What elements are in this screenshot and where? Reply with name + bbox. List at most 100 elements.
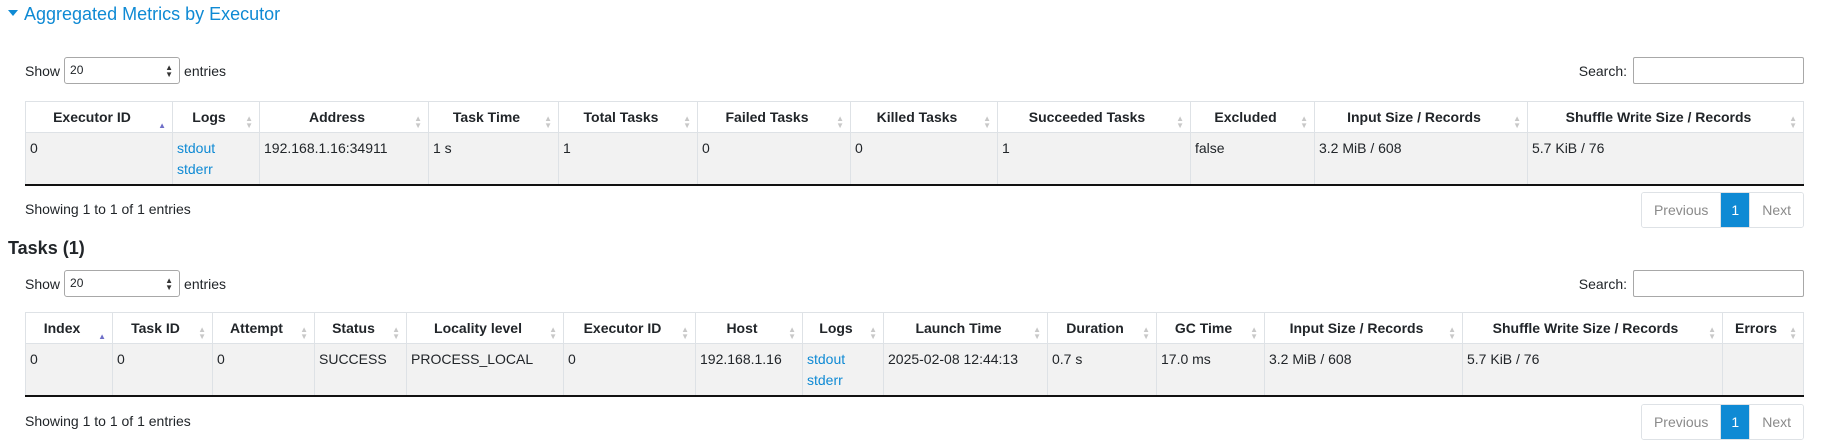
cell-attempt: 0 bbox=[212, 343, 315, 397]
col-input-size[interactable]: Input Size / Records ▲ ▼ bbox=[1264, 312, 1463, 344]
page-1-button[interactable]: 1 bbox=[1721, 405, 1750, 439]
col-task-id[interactable]: Task ID ▲ ▼ bbox=[112, 312, 213, 344]
col-shuffle-write-label: Shuffle Write Size / Records bbox=[1492, 320, 1679, 336]
col-executor-id[interactable]: Executor ID ▲ bbox=[25, 101, 173, 133]
executors-length-control: Show 20 ▲ ▼ entries bbox=[25, 57, 226, 84]
cell-host: 192.168.1.16 bbox=[695, 343, 803, 397]
sort-both-icon: ▲ ▼ bbox=[1033, 325, 1041, 341]
col-errors[interactable]: Errors ▲ ▼ bbox=[1722, 312, 1804, 344]
sort-both-icon: ▲ ▼ bbox=[1142, 325, 1150, 341]
col-logs[interactable]: Logs ▲ ▼ bbox=[802, 312, 884, 344]
col-duration[interactable]: Duration ▲ ▼ bbox=[1047, 312, 1157, 344]
stdout-link[interactable]: stdout bbox=[807, 349, 879, 370]
page-size-value: 20 bbox=[70, 276, 84, 290]
col-succeeded-tasks-label: Succeeded Tasks bbox=[1028, 109, 1146, 125]
tasks-pagination: Previous 1 Next bbox=[1640, 404, 1804, 440]
col-task-time[interactable]: Task Time ▲ ▼ bbox=[428, 101, 559, 133]
next-button[interactable]: Next bbox=[1749, 405, 1803, 439]
stderr-link[interactable]: stderr bbox=[807, 370, 879, 391]
col-attempt[interactable]: Attempt ▲ ▼ bbox=[212, 312, 315, 344]
sort-asc-icon: ▲ bbox=[158, 121, 166, 130]
cell-shuffle-write: 5.7 KiB / 76 bbox=[1462, 343, 1723, 397]
page-1-button[interactable]: 1 bbox=[1721, 193, 1750, 227]
col-excluded[interactable]: Excluded ▲ ▼ bbox=[1190, 101, 1315, 133]
sort-both-icon: ▲ ▼ bbox=[1176, 114, 1184, 130]
sort-both-icon: ▲ ▼ bbox=[245, 114, 253, 130]
tasks-search-control: Search: bbox=[1579, 270, 1804, 297]
sort-both-icon: ▲ ▼ bbox=[1300, 114, 1308, 130]
select-arrows-icon: ▲ ▼ bbox=[165, 276, 174, 292]
col-input-size[interactable]: Input Size / Records ▲ ▼ bbox=[1314, 101, 1528, 133]
stdout-link[interactable]: stdout bbox=[177, 138, 255, 159]
sort-both-icon: ▲ ▼ bbox=[1708, 325, 1716, 341]
tasks-title: Tasks (1) bbox=[8, 238, 85, 258]
sort-both-icon: ▲ ▼ bbox=[683, 114, 691, 130]
col-status-label: Status bbox=[332, 320, 375, 336]
cell-task-id: 0 bbox=[112, 343, 213, 397]
col-gc-time[interactable]: GC Time ▲ ▼ bbox=[1156, 312, 1265, 344]
search-label: Search: bbox=[1578, 275, 1627, 292]
sort-both-icon: ▲ ▼ bbox=[198, 325, 206, 341]
executors-search-input[interactable] bbox=[1633, 57, 1804, 84]
executor-metrics-title: Aggregated Metrics by Executor bbox=[24, 4, 281, 24]
col-shuffle-write[interactable]: Shuffle Write Size / Records ▲ ▼ bbox=[1462, 312, 1723, 344]
cell-succeeded-tasks: 1 bbox=[997, 132, 1191, 186]
sort-both-icon: ▲ ▼ bbox=[869, 325, 877, 341]
cell-status: SUCCESS bbox=[314, 343, 407, 397]
col-failed-tasks-label: Failed Tasks bbox=[725, 109, 809, 125]
col-host-label: Host bbox=[726, 320, 758, 336]
col-executor-id-label: Executor ID bbox=[53, 109, 131, 125]
col-excluded-label: Excluded bbox=[1214, 109, 1277, 125]
col-locality[interactable]: Locality level ▲ ▼ bbox=[406, 312, 564, 344]
sort-both-icon: ▲ ▼ bbox=[1789, 325, 1797, 341]
executors-table: Executor ID ▲ Logs ▲ ▼ Address ▲ ▼ Task Time ▲… bbox=[25, 101, 1804, 186]
tasks-page-size-select[interactable]: 20 ▲ ▼ bbox=[64, 270, 181, 297]
col-logs-label: Logs bbox=[819, 320, 853, 336]
previous-button[interactable]: Previous bbox=[1641, 405, 1722, 439]
executors-page-size-select[interactable]: 20 ▲ ▼ bbox=[64, 57, 181, 84]
sort-both-icon: ▲ ▼ bbox=[836, 114, 844, 130]
sort-both-icon: ▲ ▼ bbox=[1448, 325, 1456, 341]
sort-both-icon: ▲ ▼ bbox=[414, 114, 422, 130]
col-killed-tasks[interactable]: Killed Tasks ▲ ▼ bbox=[850, 101, 998, 133]
col-host[interactable]: Host ▲ ▼ bbox=[695, 312, 803, 344]
cell-duration: 0.7 s bbox=[1047, 343, 1157, 397]
col-launch-time[interactable]: Launch Time ▲ ▼ bbox=[883, 312, 1048, 344]
col-failed-tasks[interactable]: Failed Tasks ▲ ▼ bbox=[697, 101, 851, 133]
col-attempt-label: Attempt bbox=[230, 320, 283, 336]
sort-asc-icon: ▲ bbox=[98, 332, 106, 341]
cell-shuffle-write: 5.7 KiB / 76 bbox=[1527, 132, 1804, 186]
col-succeeded-tasks[interactable]: Succeeded Tasks ▲ ▼ bbox=[997, 101, 1191, 133]
col-shuffle-write[interactable]: Shuffle Write Size / Records ▲ ▼ bbox=[1527, 101, 1804, 133]
col-errors-label: Errors bbox=[1734, 320, 1778, 336]
col-status[interactable]: Status ▲ ▼ bbox=[314, 312, 407, 344]
col-logs[interactable]: Logs ▲ ▼ bbox=[172, 101, 260, 133]
sort-both-icon: ▲ ▼ bbox=[392, 325, 400, 341]
tasks-search-input[interactable] bbox=[1633, 270, 1804, 297]
cell-input-size: 3.2 MiB / 608 bbox=[1264, 343, 1463, 397]
col-gc-time-label: GC Time bbox=[1174, 320, 1233, 336]
cell-logs: stdout stderr bbox=[802, 343, 884, 397]
col-total-tasks[interactable]: Total Tasks ▲ ▼ bbox=[558, 101, 698, 133]
cell-total-tasks: 1 bbox=[558, 132, 698, 186]
cell-excluded: false bbox=[1190, 132, 1315, 186]
tasks-table-info: Showing 1 to 1 of 1 entries bbox=[25, 413, 191, 429]
col-address[interactable]: Address ▲ ▼ bbox=[259, 101, 429, 133]
previous-button[interactable]: Previous bbox=[1641, 193, 1722, 227]
next-button[interactable]: Next bbox=[1749, 193, 1803, 227]
col-locality-label: Locality level bbox=[434, 320, 522, 336]
cell-killed-tasks: 0 bbox=[850, 132, 998, 186]
col-executor-id[interactable]: Executor ID ▲ ▼ bbox=[563, 312, 696, 344]
executors-header-row: Executor ID ▲ Logs ▲ ▼ Address ▲ ▼ Task Time ▲… bbox=[25, 101, 1804, 133]
executor-metrics-toggle[interactable]: Aggregated Metrics by Executor bbox=[8, 4, 280, 25]
entries-label: entries bbox=[184, 275, 227, 292]
col-shuffle-write-label: Shuffle Write Size / Records bbox=[1565, 109, 1752, 125]
sort-both-icon: ▲ ▼ bbox=[544, 114, 552, 130]
cell-address: 192.168.1.16:34911 bbox=[259, 132, 429, 186]
col-total-tasks-label: Total Tasks bbox=[583, 109, 659, 125]
stderr-link[interactable]: stderr bbox=[177, 159, 255, 180]
col-address-label: Address bbox=[308, 109, 366, 125]
col-index[interactable]: Index ▲ bbox=[25, 312, 113, 344]
sort-both-icon: ▲ ▼ bbox=[1789, 114, 1797, 130]
cell-input-size: 3.2 MiB / 608 bbox=[1314, 132, 1528, 186]
